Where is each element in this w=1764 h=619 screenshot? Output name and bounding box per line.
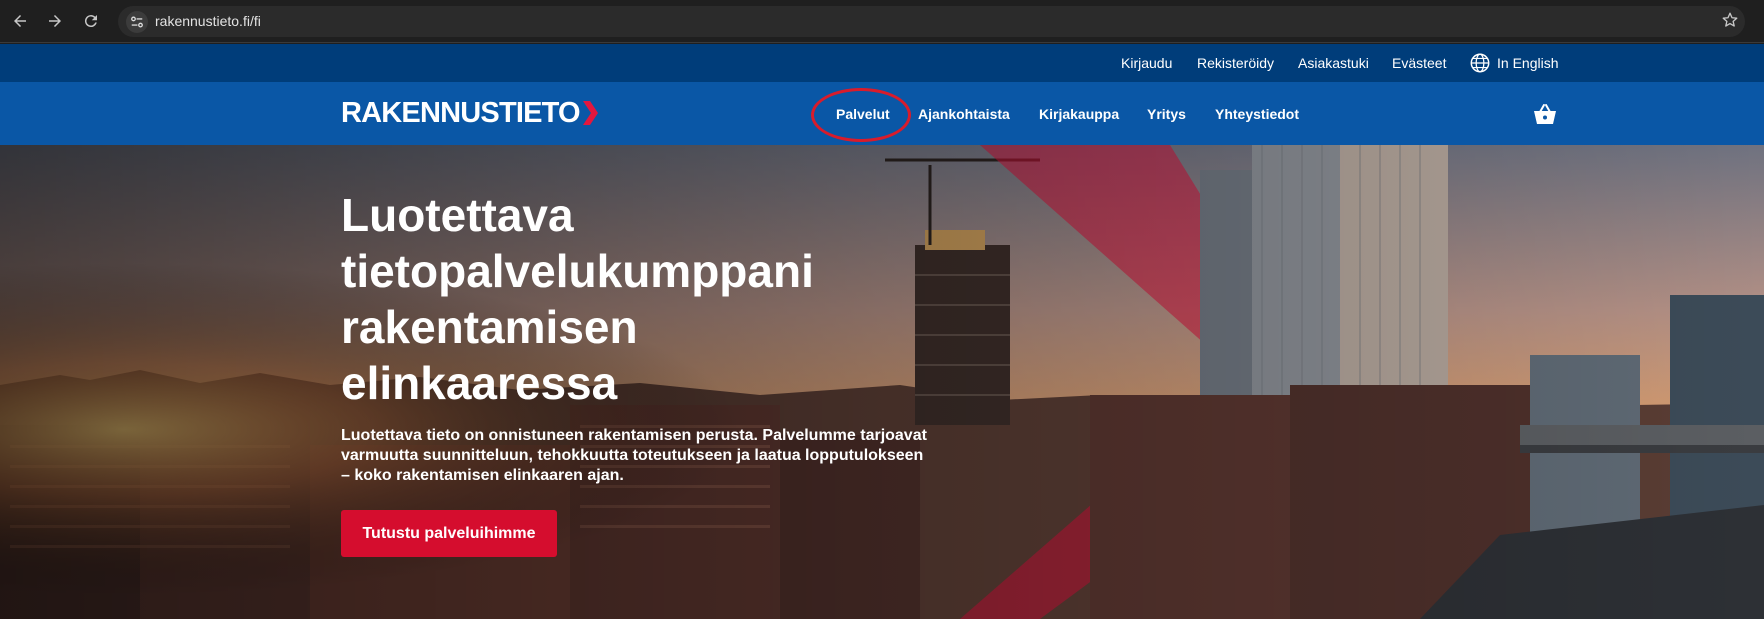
support-link[interactable]: Asiakastuki — [1298, 55, 1369, 71]
main-header: RAKENNUSTIETO Palvelut Ajankohtaista Kir… — [0, 82, 1764, 145]
hero-desc-line: varmuutta suunnitteluun, tehokkuutta tot… — [341, 447, 924, 464]
nav-yritys[interactable]: Yritys — [1147, 106, 1186, 122]
hero-title-line: rakentamisen — [341, 301, 638, 353]
site-info-button[interactable] — [126, 11, 148, 33]
reload-icon — [84, 15, 97, 28]
hero-section: Luotettava tietopalvelukumppani rakentam… — [0, 145, 1764, 619]
hero-title-line: elinkaaressa — [341, 357, 618, 409]
highlight-circle — [811, 88, 911, 142]
arrow-left-icon — [14, 15, 26, 27]
nav-yhteystiedot[interactable]: Yhteystiedot — [1215, 106, 1299, 122]
utility-nav: Kirjaudu Rekisteröidy Asiakastuki Eväste… — [0, 44, 1764, 82]
bookmark-button[interactable] — [1721, 11, 1741, 31]
logo-text: RAKENNUSTIETO — [341, 96, 581, 129]
register-link[interactable]: Rekisteröidy — [1197, 55, 1274, 71]
browser-toolbar: rakennustieto.fi/fi — [0, 0, 1764, 43]
site-logo[interactable]: RAKENNUSTIETO — [341, 96, 599, 129]
hero-description: Luotettava tieto on onnistuneen rakentam… — [341, 426, 941, 486]
star-icon — [1722, 12, 1738, 27]
nav-ajankohtaista[interactable]: Ajankohtaista — [918, 106, 1010, 122]
shopping-basket-icon[interactable] — [1533, 103, 1557, 125]
logo-chevron-icon — [582, 101, 598, 125]
hero-title-line: tietopalvelukumppani — [341, 245, 814, 297]
cookies-link[interactable]: Evästeet — [1392, 55, 1446, 71]
tune-icon — [131, 16, 143, 28]
hero-desc-line: Luotettava tieto on onnistuneen rakentam… — [341, 427, 927, 444]
address-bar[interactable]: rakennustieto.fi/fi — [118, 6, 1745, 37]
hero-desc-line: – koko rakentamisen elinkaaren ajan. — [341, 467, 624, 484]
back-button[interactable] — [9, 10, 31, 32]
hero-title-line: Luotettava — [341, 189, 574, 241]
url-text[interactable]: rakennustieto.fi/fi — [155, 13, 261, 29]
hero-title: Luotettava tietopalvelukumppani rakentam… — [341, 187, 901, 411]
arrow-right-icon — [49, 15, 61, 27]
reload-button[interactable] — [80, 10, 102, 32]
forward-button[interactable] — [44, 10, 66, 32]
language-link[interactable]: In English — [1497, 55, 1558, 71]
globe-icon[interactable] — [1469, 52, 1491, 74]
nav-kirjakauppa[interactable]: Kirjakauppa — [1039, 106, 1119, 122]
explore-services-button[interactable]: Tutustu palveluihimme — [341, 510, 557, 557]
login-link[interactable]: Kirjaudu — [1121, 55, 1172, 71]
